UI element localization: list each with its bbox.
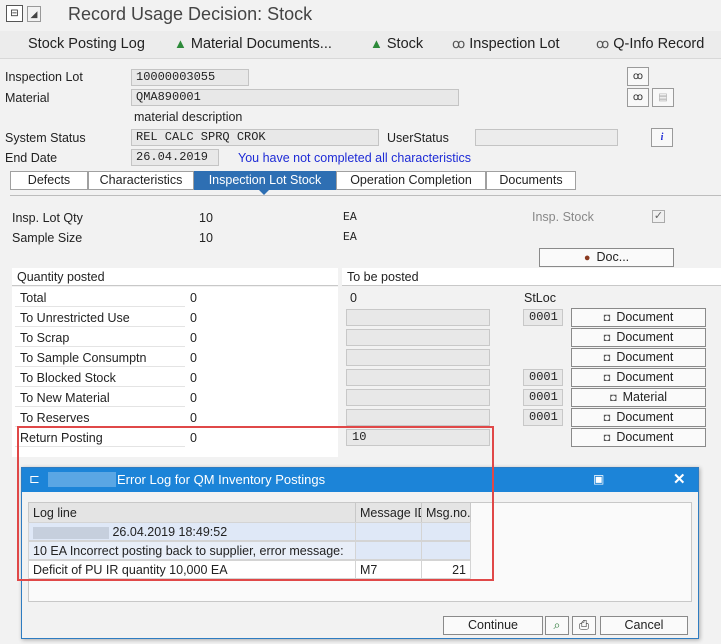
info-message: You have not completed all characteristi… [238, 151, 472, 165]
hat-icon: ● [583, 252, 591, 264]
material-field[interactable]: QMA890001 [131, 89, 459, 106]
tab-documents[interactable]: Documents [486, 171, 576, 190]
scrap-document-button[interactable]: ◘ Document [571, 328, 706, 347]
new-material-button[interactable]: ◘ Material [571, 388, 706, 407]
to-be-posted-scrap-input[interactable] [346, 329, 490, 346]
system-status-field[interactable]: REL CALC SPRQ CROK [131, 129, 379, 146]
continue-button[interactable]: Continue [443, 616, 543, 635]
insp-stock-label: Insp. Stock [532, 210, 594, 224]
tab-inspection-lot-stock[interactable]: Inspection Lot Stock [194, 171, 336, 190]
system-status-label: System Status [5, 131, 86, 145]
unrestricted-document-button[interactable]: ◘ Document [571, 308, 706, 327]
row-posted-reserves: 0 [190, 411, 197, 425]
row-label-unrestricted: To Unrestricted Use [15, 309, 185, 327]
end-date-field[interactable]: 26.04.2019 [131, 149, 219, 166]
row-to-be-posted-total: 0 [350, 291, 357, 305]
display-lot-glasses-icon[interactable]: ꝏ [627, 67, 649, 86]
doc-button[interactable]: ● Doc... [539, 248, 674, 267]
row-label-scrap: To Scrap [15, 329, 185, 347]
row-label-total: Total [15, 289, 185, 307]
page-title: Record Usage Decision: Stock [68, 4, 313, 24]
insp-lot-qty-unit: EA [343, 211, 357, 224]
material-description: material description [134, 110, 243, 124]
sample-size-label: Sample Size [12, 231, 83, 245]
window-menu-icon[interactable]: ⊟ [6, 5, 23, 22]
row-label-new-material: To New Material [15, 389, 185, 407]
to-be-posted-reserves-input[interactable] [346, 409, 490, 426]
stloc-new-material-input[interactable]: 0001 [523, 389, 563, 406]
return-document-button[interactable]: ◘ Document [571, 428, 706, 447]
info-icon[interactable]: i [651, 128, 673, 147]
glasses-icon: ꝏ [596, 36, 610, 51]
window-menu-caret-icon[interactable]: ◢ [27, 6, 41, 22]
to-be-posted-new-material-input[interactable] [346, 389, 490, 406]
find-icon[interactable]: ⌕ [545, 616, 569, 635]
document-icon: ◘ [603, 332, 611, 344]
to-be-posted-blocked-input[interactable] [346, 369, 490, 386]
row-posted-scrap: 0 [190, 331, 197, 345]
material-label: Material [5, 91, 50, 105]
stloc-reserves-input[interactable]: 0001 [523, 409, 563, 426]
stock-posting-log-button[interactable]: Stock Posting Log [28, 36, 145, 52]
insp-lot-qty-value: 10 [199, 211, 213, 225]
insp-lot-qty-label: Insp. Lot Qty [12, 211, 83, 225]
inspection-lot-label: Inspection Lot [5, 70, 83, 84]
cancel-button[interactable]: Cancel [600, 616, 688, 635]
material-info-icon[interactable]: ▤ [652, 88, 674, 107]
document-icon: ◘ [603, 372, 611, 384]
row-posted-unrestricted: 0 [190, 311, 197, 325]
to-be-posted-sample-input[interactable] [346, 349, 490, 366]
mountain-icon: ▲ [174, 36, 187, 51]
document-icon: ◘ [603, 412, 611, 424]
quantity-posted-header: Quantity posted [12, 268, 338, 286]
inspection-lot-button[interactable]: ꝏ Inspection Lot [452, 36, 560, 52]
stock-button[interactable]: ▲ Stock [370, 36, 423, 52]
mountain-icon: ▲ [370, 36, 383, 51]
row-posted-new-material: 0 [190, 391, 197, 405]
stloc-header: StLoc [524, 291, 556, 305]
dialog-settings-icon[interactable]: ▣ [593, 472, 604, 486]
blocked-document-button[interactable]: ◘ Document [571, 368, 706, 387]
insp-stock-checkbox[interactable]: ✓ [652, 210, 665, 223]
sample-size-value: 10 [199, 231, 213, 245]
tab-characteristics[interactable]: Characteristics [88, 171, 194, 190]
sample-document-button[interactable]: ◘ Document [571, 348, 706, 367]
row-label-blocked-stock: To Blocked Stock [15, 369, 185, 387]
stloc-unrestricted-input[interactable]: 0001 [523, 309, 563, 326]
tab-operation-completion[interactable]: Operation Completion [336, 171, 486, 190]
print-icon[interactable]: ⎙ [572, 616, 596, 635]
document-icon: ◘ [603, 352, 611, 364]
document-icon: ◘ [603, 312, 611, 324]
document-icon: ◘ [603, 432, 611, 444]
row-label-reserves: To Reserves [15, 409, 185, 427]
end-date-label: End Date [5, 151, 58, 165]
row-posted-blocked-stock: 0 [190, 371, 197, 385]
document-icon: ◘ [609, 392, 617, 404]
to-be-posted-unrestricted-input[interactable] [346, 309, 490, 326]
inspection-lot-field[interactable]: 10000003055 [131, 69, 249, 86]
display-material-glasses-icon[interactable]: ꝏ [627, 88, 649, 107]
material-documents-button[interactable]: ▲ Material Documents... [174, 36, 332, 52]
user-status-label: UserStatus [387, 131, 449, 145]
tab-defects[interactable]: Defects [10, 171, 88, 190]
reserves-document-button[interactable]: ◘ Document [571, 408, 706, 427]
user-status-field[interactable] [475, 129, 618, 146]
row-posted-sample-consumption: 0 [190, 351, 197, 365]
stloc-blocked-input[interactable]: 0001 [523, 369, 563, 386]
close-icon[interactable]: ✕ [673, 470, 686, 488]
to-be-posted-header: To be posted [342, 268, 721, 286]
sample-size-unit: EA [343, 231, 357, 244]
glasses-icon: ꝏ [452, 36, 466, 51]
q-info-record-button[interactable]: ꝏ Q-Info Record [596, 36, 704, 52]
row-label-sample-consumption: To Sample Consumptn [15, 349, 185, 367]
row-posted-total: 0 [190, 291, 197, 305]
highlight-frame [17, 426, 494, 581]
